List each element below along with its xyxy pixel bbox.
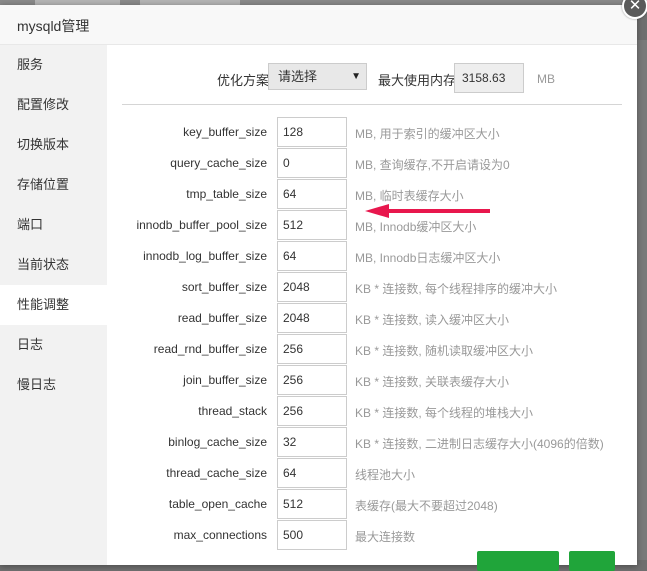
optimize-label: 优化方案 xyxy=(217,73,270,88)
param-input[interactable]: 128 xyxy=(277,117,347,147)
param-desc: MB, 用于索引的缓冲区大小 xyxy=(355,127,500,141)
sidebar: 服务 配置修改 切换版本 存储位置 端口 当前状态 性能调整 日志 慢日志 xyxy=(0,45,107,565)
param-input[interactable]: 32 xyxy=(277,427,347,457)
param-desc: MB, Innodb日志缓冲区大小 xyxy=(355,251,501,265)
param-input[interactable]: 512 xyxy=(277,210,347,240)
param-row: sort_buffer_size 2048 KB * 连接数, 每个线程排序的缓… xyxy=(107,272,637,303)
sidebar-item-config[interactable]: 配置修改 xyxy=(0,85,107,125)
param-label: max_connections xyxy=(173,528,267,542)
arrow-left-icon xyxy=(365,204,490,218)
param-desc: 最大连接数 xyxy=(355,530,416,544)
param-label: read_buffer_size xyxy=(177,311,267,325)
param-desc: MB, 查询缓存,不开启请设为0 xyxy=(355,158,510,172)
param-input[interactable]: 2048 xyxy=(277,303,347,333)
param-label: thread_cache_size xyxy=(166,466,267,480)
param-input[interactable]: 256 xyxy=(277,365,347,395)
param-row: read_rnd_buffer_size 256 KB * 连接数, 随机读取缓… xyxy=(107,334,637,365)
mysqld-dialog: mysqld管理 服务 配置修改 切换版本 存储位置 端口 当前状态 性能调整 … xyxy=(0,5,637,565)
sidebar-item-slow-log[interactable]: 慢日志 xyxy=(0,365,107,405)
param-desc: 线程池大小 xyxy=(355,468,416,482)
param-desc: KB * 连接数, 关联表缓存大小 xyxy=(355,375,510,389)
param-label: query_cache_size xyxy=(170,156,267,170)
param-row: join_buffer_size 256 KB * 连接数, 关联表缓存大小 xyxy=(107,365,637,396)
param-input[interactable]: 256 xyxy=(277,396,347,426)
param-label: sort_buffer_size xyxy=(181,280,267,294)
param-input[interactable]: 500 xyxy=(277,520,347,550)
sidebar-item-log[interactable]: 日志 xyxy=(0,325,107,365)
divider xyxy=(122,104,622,105)
param-row: innodb_log_buffer_size 64 MB, Innodb日志缓冲… xyxy=(107,241,637,272)
param-row: table_open_cache 512 表缓存(最大不要超过2048) xyxy=(107,489,637,520)
param-desc: KB * 连接数, 随机读取缓冲区大小 xyxy=(355,344,534,358)
param-label: join_buffer_size xyxy=(183,373,267,387)
param-row: read_buffer_size 2048 KB * 连接数, 读入缓冲区大小 xyxy=(107,303,637,334)
param-row: max_connections 500 最大连接数 xyxy=(107,520,637,551)
param-label: tmp_table_size xyxy=(186,187,267,201)
sidebar-item-port[interactable]: 端口 xyxy=(0,205,107,245)
param-desc: 表缓存(最大不要超过2048) xyxy=(355,499,498,513)
param-label: key_buffer_size xyxy=(183,125,267,139)
sidebar-item-version[interactable]: 切换版本 xyxy=(0,125,107,165)
optimize-select-value: 请选择 xyxy=(278,69,318,84)
param-input[interactable]: 64 xyxy=(277,179,347,209)
param-row: thread_cache_size 64 线程池大小 xyxy=(107,458,637,489)
performance-panel: 优化方案 请选择 ▼ 最大使用内存 3158.63 MB key_buffer_… xyxy=(107,45,637,565)
max-mem-unit: MB xyxy=(537,72,555,86)
param-desc: KB * 连接数, 读入缓冲区大小 xyxy=(355,313,510,327)
background-panel xyxy=(637,40,647,560)
sidebar-item-service[interactable]: 服务 xyxy=(0,45,107,85)
param-desc: KB * 连接数, 每个线程排序的缓冲大小 xyxy=(355,282,558,296)
param-desc: KB * 连接数, 每个线程的堆栈大小 xyxy=(355,406,534,420)
max-mem-input[interactable]: 3158.63 xyxy=(454,63,524,93)
dialog-title: mysqld管理 xyxy=(17,18,90,34)
param-input[interactable]: 512 xyxy=(277,489,347,519)
param-label: binlog_cache_size xyxy=(168,435,267,449)
sidebar-item-storage[interactable]: 存储位置 xyxy=(0,165,107,205)
param-row: binlog_cache_size 32 KB * 连接数, 二进制日志缓存大小… xyxy=(107,427,637,458)
param-row: query_cache_size 0 MB, 查询缓存,不开启请设为0 xyxy=(107,148,637,179)
param-label: thread_stack xyxy=(198,404,267,418)
dialog-header: mysqld管理 xyxy=(0,5,637,45)
param-row: thread_stack 256 KB * 连接数, 每个线程的堆栈大小 xyxy=(107,396,637,427)
sidebar-item-status[interactable]: 当前状态 xyxy=(0,245,107,285)
param-input[interactable]: 64 xyxy=(277,458,347,488)
optimize-select[interactable]: 请选择 ▼ xyxy=(268,63,367,90)
sidebar-item-performance[interactable]: 性能调整 xyxy=(0,285,107,325)
param-input[interactable]: 2048 xyxy=(277,272,347,302)
caret-down-icon: ▼ xyxy=(351,71,361,82)
param-label: innodb_buffer_pool_size xyxy=(136,218,267,232)
optimize-row: 优化方案 请选择 ▼ 最大使用内存 3158.63 MB xyxy=(107,63,637,93)
restart-button[interactable] xyxy=(569,551,615,571)
save-button[interactable] xyxy=(477,551,559,571)
param-input[interactable]: 0 xyxy=(277,148,347,178)
param-row: key_buffer_size 128 MB, 用于索引的缓冲区大小 xyxy=(107,117,637,148)
max-mem-label: 最大使用内存 xyxy=(378,73,457,88)
param-label: table_open_cache xyxy=(168,497,267,511)
param-label: innodb_log_buffer_size xyxy=(143,249,267,263)
param-input[interactable]: 256 xyxy=(277,334,347,364)
param-label: read_rnd_buffer_size xyxy=(153,342,267,356)
param-input[interactable]: 64 xyxy=(277,241,347,271)
param-desc: KB * 连接数, 二进制日志缓存大小(4096的倍数) xyxy=(355,437,604,451)
